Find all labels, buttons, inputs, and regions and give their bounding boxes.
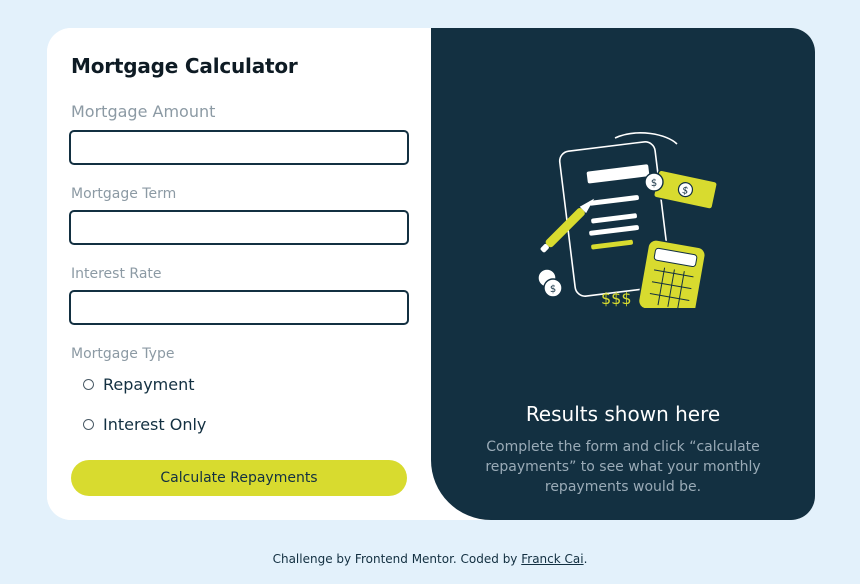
radio-circle-icon[interactable] (83, 378, 94, 390)
interest-rate-label: Interest Rate (71, 266, 162, 282)
mortgage-amount-input[interactable] (69, 130, 409, 165)
radio-option-repayment[interactable]: Repayment (83, 373, 195, 395)
footer-attribution: Challenge by Frontend Mentor. Coded by F… (0, 552, 860, 566)
footer-suffix: . (583, 552, 588, 566)
mortgage-type-label: Mortgage Type (71, 346, 175, 362)
results-panel: $ $ $ $$$ Results shown here Complete th… (431, 28, 815, 520)
svg-text:$$$: $$$ (601, 289, 632, 308)
interest-rate-input[interactable] (69, 290, 409, 325)
radio-label-interest-only: Interest Only (103, 414, 207, 434)
radio-option-interest-only[interactable]: Interest Only (83, 413, 206, 435)
radio-label-repayment: Repayment (103, 374, 195, 394)
footer-prefix: Challenge by Frontend Mentor. Coded by (272, 552, 522, 566)
mortgage-term-input[interactable] (69, 210, 409, 245)
calculator-card: Mortgage Calculator Mortgage Amount Mort… (47, 28, 815, 520)
author-link[interactable]: Franck Cai (521, 552, 583, 566)
mortgage-term-label: Mortgage Term (71, 186, 177, 202)
calculate-repayments-button[interactable]: Calculate Repayments (71, 460, 407, 496)
mortgage-amount-label: Mortgage Amount (71, 102, 216, 121)
form-panel: Mortgage Calculator Mortgage Amount Mort… (47, 28, 431, 520)
svg-text:$: $ (651, 178, 657, 189)
calculator-illustration-icon: $ $ $ $$$ (537, 132, 717, 308)
radio-circle-icon[interactable] (83, 418, 94, 430)
svg-text:$: $ (550, 284, 556, 295)
results-title: Results shown here (525, 402, 721, 426)
results-description: Complete the form and click “calculate r… (485, 439, 761, 495)
page-title: Mortgage Calculator (71, 54, 298, 78)
